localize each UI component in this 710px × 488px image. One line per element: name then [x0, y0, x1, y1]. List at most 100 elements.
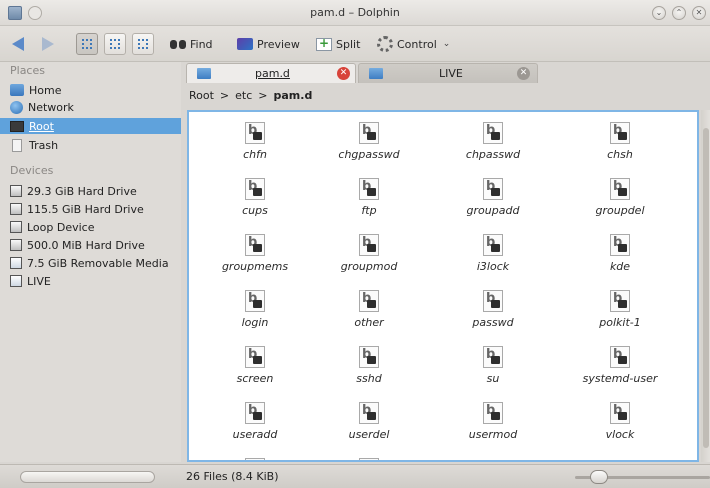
scrollbar-thumb[interactable]	[703, 128, 709, 448]
vertical-scrollbar[interactable]	[701, 110, 710, 462]
file-item[interactable]: i3lock	[434, 234, 552, 273]
file-item[interactable]: passwd	[434, 290, 552, 329]
file-item[interactable]: groupmems	[196, 234, 314, 273]
close-tab-icon[interactable]: ✕	[517, 67, 530, 80]
sidebar-item-device-3[interactable]: Loop Device	[8, 219, 180, 235]
file-item[interactable]: groupadd	[434, 178, 552, 217]
file-item[interactable]: chsh	[561, 122, 679, 161]
file-name: kde	[609, 260, 631, 273]
sidebar-item-label: Home	[29, 83, 62, 97]
sidebar-item-label: 29.3 GiB Hard Drive	[27, 184, 137, 198]
file-name: useradd	[232, 428, 278, 441]
split-button[interactable]: Split	[316, 34, 360, 54]
sidebar-item-device-5[interactable]: 7.5 GiB Removable Media	[8, 255, 180, 271]
file-icon	[359, 458, 379, 460]
file-item[interactable]: other	[310, 290, 428, 329]
preview-button[interactable]: Preview	[237, 34, 300, 54]
breadcrumb-root[interactable]: Root	[189, 89, 214, 102]
breadcrumb-etc[interactable]: etc	[235, 89, 252, 102]
close-tab-icon[interactable]: ✕	[337, 67, 350, 80]
file-item[interactable]	[310, 458, 428, 460]
sidebar-item-network[interactable]: Network	[8, 99, 180, 115]
minimize-icon[interactable]: ⌄	[652, 6, 666, 20]
sidebar-item-label: Trash	[29, 138, 59, 152]
file-item[interactable]: login	[196, 290, 314, 329]
sidebar-item-trash[interactable]: Trash	[8, 137, 180, 153]
file-item[interactable]: chfn	[196, 122, 314, 161]
status-text: 26 Files (8.4 KiB)	[186, 470, 279, 483]
file-name: su	[486, 372, 500, 385]
sidebar-item-device-2[interactable]: 115.5 GiB Hard Drive	[8, 201, 180, 217]
tab-bar: pam.d ✕ LIVE ✕	[184, 62, 710, 84]
sidebar-scrollbar[interactable]	[20, 471, 155, 483]
tab-pam-d[interactable]: pam.d ✕	[186, 63, 356, 83]
sidebar-item-device-4[interactable]: 500.0 MiB Hard Drive	[8, 237, 180, 253]
file-item[interactable]: groupdel	[561, 178, 679, 217]
file-icon	[245, 234, 265, 256]
file-item[interactable]: polkit-1	[561, 290, 679, 329]
file-item[interactable]: userdel	[310, 402, 428, 441]
file-icon	[483, 402, 503, 424]
sidebar-item-home[interactable]: Home	[8, 82, 180, 98]
sidebar-item-device-1[interactable]: 29.3 GiB Hard Drive	[8, 183, 180, 199]
file-name: passwd	[472, 316, 514, 329]
file-item[interactable]: sshd	[310, 346, 428, 385]
preview-label: Preview	[257, 37, 300, 51]
back-button[interactable]	[12, 34, 24, 54]
file-item[interactable]: systemd-user	[561, 346, 679, 385]
file-icon	[483, 290, 503, 312]
file-icon	[610, 346, 630, 368]
file-item[interactable]: chpasswd	[434, 122, 552, 161]
file-item[interactable]: chgpasswd	[310, 122, 428, 161]
maximize-icon[interactable]: ⌃	[672, 6, 686, 20]
chevron-down-icon: ⌄	[442, 39, 451, 49]
file-item[interactable]: vlock	[561, 402, 679, 441]
file-icon	[610, 178, 630, 200]
close-icon[interactable]: ✕	[692, 6, 706, 20]
sidebar-item-root[interactable]: Root	[0, 118, 181, 134]
file-item[interactable]: kde	[561, 234, 679, 273]
control-button[interactable]: Control ⌄	[377, 34, 450, 54]
file-icon	[610, 122, 630, 144]
file-item[interactable]: screen	[196, 346, 314, 385]
forward-button[interactable]	[42, 34, 54, 54]
file-item[interactable]: su	[434, 346, 552, 385]
binoculars-icon	[170, 38, 186, 50]
gear-icon	[377, 36, 393, 52]
columns-view-button[interactable]	[132, 33, 154, 55]
file-icon	[245, 346, 265, 368]
file-item[interactable]: groupmod	[310, 234, 428, 273]
details-view-button[interactable]	[104, 33, 126, 55]
tab-live[interactable]: LIVE ✕	[358, 63, 538, 83]
file-icon	[359, 402, 379, 424]
file-item[interactable]	[196, 458, 314, 460]
file-icon	[245, 122, 265, 144]
breadcrumb-current[interactable]: pam.d	[274, 89, 313, 102]
file-name: screen	[236, 372, 274, 385]
file-item[interactable]: usermod	[434, 402, 552, 441]
file-icon	[483, 122, 503, 144]
file-icon	[359, 234, 379, 256]
main-toolbar: Find Preview Split Control ⌄	[0, 26, 710, 62]
file-item[interactable]: cups	[196, 178, 314, 217]
usb-drive-icon	[10, 257, 22, 269]
file-name: polkit-1	[599, 316, 641, 329]
forward-arrow-icon	[42, 37, 54, 51]
icons-view-button[interactable]	[76, 33, 98, 55]
file-icon	[483, 178, 503, 200]
sidebar-item-label: Network	[28, 100, 74, 114]
file-item[interactable]: ftp	[310, 178, 428, 217]
places-panel: Places Home Network Root Trash Devices 2…	[0, 62, 181, 462]
window-title: pam.d – Dolphin	[310, 6, 400, 19]
sidebar-item-device-6[interactable]: LIVE	[8, 273, 180, 289]
split-label: Split	[336, 37, 361, 51]
file-icon	[483, 346, 503, 368]
zoom-slider-handle[interactable]	[590, 470, 608, 484]
sidebar-item-label: Loop Device	[27, 220, 95, 234]
root-icon	[10, 120, 24, 132]
details-view-icon	[110, 39, 120, 49]
file-item[interactable]: useradd	[196, 402, 314, 441]
find-label: Find	[190, 37, 213, 51]
find-button[interactable]: Find	[170, 34, 213, 54]
trash-icon	[12, 138, 22, 152]
